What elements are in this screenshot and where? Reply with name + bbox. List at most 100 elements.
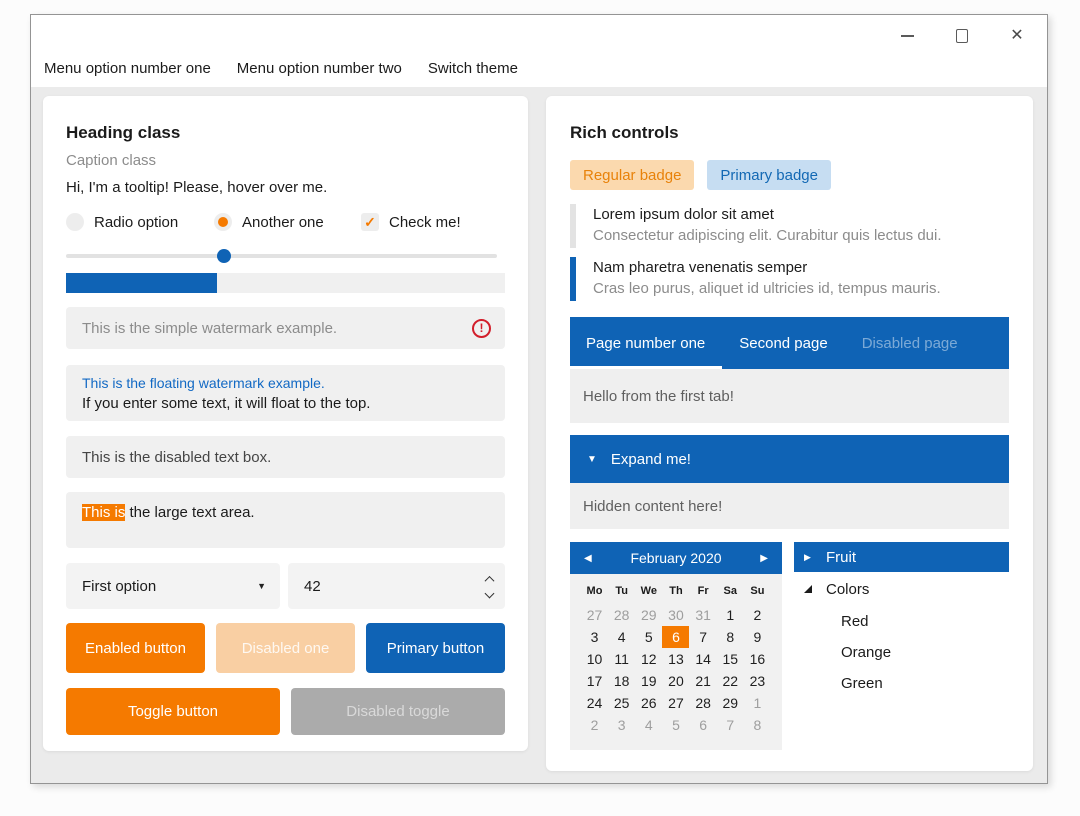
- tab-second-page[interactable]: Second page: [722, 317, 844, 369]
- calendar-day[interactable]: 3: [608, 714, 635, 736]
- spinner-down-icon[interactable]: [484, 588, 495, 598]
- calendar-day-name: We: [640, 585, 657, 597]
- tree-collapsed-icon[interactable]: ▶: [804, 552, 826, 563]
- calendar-day[interactable]: 24: [581, 692, 608, 714]
- enabled-button[interactable]: Enabled button: [66, 623, 205, 673]
- calendar-day[interactable]: 8: [744, 714, 771, 736]
- tab-bar: Page number one Second page Disabled pag…: [570, 317, 1009, 369]
- tree-item-label: Colors: [826, 580, 870, 598]
- simple-watermark-textbox[interactable]: This is the simple watermark example. !: [66, 307, 505, 349]
- combo-box[interactable]: First option ▼: [66, 563, 280, 609]
- list-item-selected[interactable]: Nam pharetra venenatis semper Cras leo p…: [570, 257, 1009, 301]
- calendar-day[interactable]: 18: [608, 670, 635, 692]
- chevron-down-icon: ▼: [257, 581, 266, 591]
- disabled-textbox-value: This is the disabled text box.: [82, 448, 272, 466]
- minimize-button[interactable]: [899, 27, 915, 45]
- tree-expanded-icon[interactable]: [804, 585, 826, 593]
- calendar-prev-button[interactable]: ◀: [584, 553, 598, 564]
- checkmark-icon: ✓: [361, 213, 379, 231]
- tree-item-orange[interactable]: Orange: [794, 637, 1009, 668]
- calendar-day[interactable]: 20: [662, 670, 689, 692]
- calendar-day[interactable]: 6: [690, 714, 717, 736]
- calendar-day[interactable]: 8: [717, 626, 744, 648]
- tree-item-fruit[interactable]: ▶ Fruit: [794, 542, 1009, 572]
- radio-option-unselected[interactable]: Radio option: [66, 213, 214, 231]
- toggle-button[interactable]: Toggle button: [66, 688, 280, 735]
- calendar-day[interactable]: 12: [635, 648, 662, 670]
- window-controls: ✕: [899, 25, 1025, 47]
- calendar-day-selected[interactable]: 6: [662, 626, 690, 648]
- calendar-day[interactable]: 15: [717, 648, 744, 670]
- calendar-day[interactable]: 1: [717, 604, 744, 626]
- calendar-day[interactable]: 27: [662, 692, 689, 714]
- calendar-day[interactable]: 29: [635, 604, 662, 626]
- tree-item-red[interactable]: Red: [794, 606, 1009, 637]
- disabled-textbox: This is the disabled text box.: [66, 436, 505, 478]
- calendar-day[interactable]: 23: [744, 670, 771, 692]
- slider-track[interactable]: [66, 254, 497, 258]
- slider-thumb[interactable]: [217, 249, 232, 263]
- tree-item-green[interactable]: Green: [794, 668, 1009, 699]
- calendar-day[interactable]: 28: [690, 692, 717, 714]
- calendar-day[interactable]: 27: [581, 604, 608, 626]
- menu-item-1[interactable]: Menu option number one: [31, 53, 224, 84]
- calendar-day[interactable]: 28: [608, 604, 635, 626]
- tree-item-label: Orange: [841, 644, 892, 661]
- expander-header[interactable]: ▼ Expand me!: [570, 435, 1009, 483]
- menu-item-2[interactable]: Menu option number two: [224, 53, 415, 84]
- calendar-day[interactable]: 7: [690, 626, 717, 648]
- tab-page-number-one[interactable]: Page number one: [570, 317, 723, 369]
- calendar-day[interactable]: 10: [581, 648, 608, 670]
- calendar-day[interactable]: 4: [635, 714, 662, 736]
- calendar-header: ◀ February 2020 ▶: [570, 542, 782, 574]
- calendar-day[interactable]: 4: [608, 626, 635, 648]
- calendar-day[interactable]: 7: [717, 714, 744, 736]
- left-panel: Heading class Caption class Hi, I'm a to…: [43, 96, 528, 751]
- radio-option-selected[interactable]: Another one: [214, 213, 361, 231]
- list-item[interactable]: Lorem ipsum dolor sit amet Consectetur a…: [570, 204, 1009, 248]
- calendar-day[interactable]: 22: [717, 670, 744, 692]
- calendar-next-button[interactable]: ▶: [754, 553, 768, 564]
- calendar-day[interactable]: 19: [635, 670, 662, 692]
- calendar-day[interactable]: 29: [717, 692, 744, 714]
- calendar-day[interactable]: 2: [581, 714, 608, 736]
- primary-button[interactable]: Primary button: [366, 623, 505, 673]
- tree-item-colors[interactable]: Colors: [794, 574, 1009, 604]
- tooltip-text: Hi, I'm a tooltip! Please, hover over me…: [66, 179, 328, 196]
- floating-watermark-textbox[interactable]: This is the floating watermark example. …: [66, 365, 505, 421]
- calendar-day[interactable]: 5: [635, 626, 662, 648]
- calendar-day[interactable]: 21: [690, 670, 717, 692]
- calendar-day[interactable]: 13: [662, 648, 689, 670]
- calendar-day[interactable]: 25: [608, 692, 635, 714]
- calendar-day[interactable]: 30: [662, 604, 689, 626]
- calendar-day[interactable]: 11: [608, 648, 635, 670]
- close-button[interactable]: ✕: [1009, 27, 1025, 45]
- watermark-placeholder: This is the simple watermark example.: [82, 319, 338, 337]
- calendar-day[interactable]: 3: [581, 626, 608, 648]
- calendar-day[interactable]: 5: [662, 714, 689, 736]
- expanded-triangle-icon: [804, 585, 812, 593]
- minimize-icon: [900, 35, 914, 37]
- spinner-up-icon[interactable]: [484, 575, 495, 586]
- large-textarea[interactable]: This is the large text area.: [66, 492, 505, 548]
- calendar-day[interactable]: 26: [635, 692, 662, 714]
- menu-item-3[interactable]: Switch theme: [415, 53, 531, 84]
- calendar-day[interactable]: 31: [690, 604, 717, 626]
- maximize-button[interactable]: [954, 27, 970, 45]
- calendar-day[interactable]: 1: [744, 692, 771, 714]
- expander-content: Hidden content here!: [570, 483, 1009, 529]
- calendar-day-names: Mo Tu We Th Fr Sa Su: [581, 584, 771, 600]
- content-area: Heading class Caption class Hi, I'm a to…: [31, 87, 1047, 783]
- checkbox-check-me[interactable]: ✓ Check me!: [361, 213, 461, 231]
- calendar-title[interactable]: February 2020: [598, 550, 754, 566]
- calendar-day[interactable]: 17: [581, 670, 608, 692]
- textarea-value: the large text area.: [125, 504, 255, 521]
- calendar-day[interactable]: 9: [744, 626, 771, 648]
- app-window: ✕ Menu option number one Menu option numb…: [30, 14, 1048, 784]
- calendar-day[interactable]: 16: [744, 648, 771, 670]
- slider[interactable]: [66, 249, 505, 263]
- calendar-day[interactable]: 2: [744, 604, 771, 626]
- calendar-day[interactable]: 14: [690, 648, 717, 670]
- options-row: Radio option Another one ✓ Check me!: [66, 211, 505, 233]
- numeric-updown[interactable]: 42: [288, 563, 505, 609]
